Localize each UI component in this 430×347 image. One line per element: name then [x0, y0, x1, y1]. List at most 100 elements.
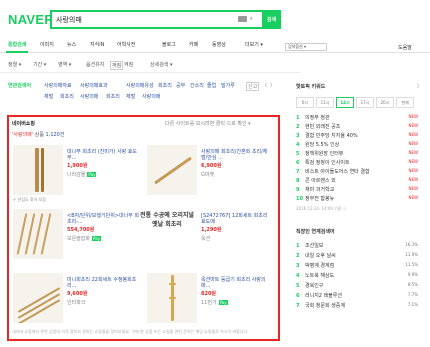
filter-area[interactable]: 영역 ▾ [58, 61, 71, 68]
shopping-title[interactable]: 네이버쇼핑 [12, 120, 35, 127]
checkbox-safe[interactable]: ✔ 안심도 찾아 모음 [13, 197, 46, 203]
filter-period[interactable]: 기간 ▾ [33, 61, 46, 68]
rank-item[interactable]: 3 결합 민주당 지지율 40% NEW [296, 132, 424, 139]
product-mall[interactable]: 옥션 [201, 235, 273, 242]
product-name[interactable]: 미니회초리 22회세트 수정봉회초리... [67, 277, 139, 289]
chevron-right-icon[interactable]: 〉 [270, 82, 275, 89]
related-keyword[interactable]: 회초리 [106, 93, 120, 100]
related-keyword[interactable]: 간소리 [190, 82, 204, 89]
search-input[interactable] [56, 14, 226, 25]
report-button[interactable]: 신고 [246, 82, 260, 91]
new-badge: NEW [408, 195, 418, 200]
related-keyword[interactable]: 사랑의매효과 [80, 82, 108, 89]
related-keyword[interactable]: 회초리 [60, 93, 74, 100]
rank-item[interactable]: 1 의정부 정관 NEW [296, 114, 424, 121]
tab-images[interactable]: 이미지 [40, 41, 54, 48]
tab-dictionary[interactable]: 어학사전 [117, 41, 135, 48]
rank-number: 3 [296, 133, 300, 139]
help-link[interactable]: 도움말 [398, 44, 412, 51]
search-button[interactable]: 검색 [262, 10, 281, 29]
rank-item[interactable]: 6 특검 정청이 인사이트 NEW [296, 159, 424, 166]
product-image[interactable] [13, 145, 63, 195]
product-image[interactable] [13, 273, 63, 323]
rank-number: 7 [296, 169, 300, 175]
related-keyword[interactable]: 사랑의매자료 [44, 82, 72, 89]
rank-item[interactable]: 5 정책위원장 인터뷰 NEW [296, 150, 424, 157]
new-badge: NEW [408, 159, 418, 164]
rank-percent: 7.1% [407, 302, 418, 307]
rank-percent: 16.3% [405, 242, 418, 247]
product-name[interactable]: 사랑의매 회초리/간혼회 초리/체벌/안심 ... [201, 149, 273, 161]
related-keyword[interactable]: 사랑의매 [142, 93, 160, 100]
tab-more[interactable]: 더보기 ▾ [245, 41, 263, 48]
chevron-right-icon[interactable]: 〉 [417, 83, 422, 90]
product-image[interactable] [147, 273, 197, 323]
related-keyword[interactable]: 체벌 [44, 93, 53, 100]
product-name[interactable]: 대나무 회초리 (진미가) 사랑 효도 부... [67, 149, 139, 161]
tab-cafe[interactable]: 카페 [189, 41, 198, 48]
product-mall[interactable]: 나라감몰 Pay [67, 171, 139, 178]
related-keyword[interactable]: 사랑의매 [80, 93, 98, 100]
tab-video[interactable]: 동영상 [212, 41, 226, 48]
naver-logo[interactable]: NAVER [8, 12, 54, 27]
product-info: [S2472767] 12회세트 회초리 효도매 1,290원 옥션 [201, 213, 273, 242]
related-keyword[interactable]: 밀가루 [221, 82, 235, 89]
rank-item[interactable]: 10 정부전 합봉뉴 NEW [296, 195, 424, 202]
time-tab[interactable]: 20시 [376, 97, 394, 108]
product-mall[interactable]: G마켓 [201, 171, 273, 178]
time-tab[interactable]: 11시 [316, 97, 334, 108]
product-name[interactable]: <B자/단위/보행기단위>대나무 회초리-... [67, 213, 139, 225]
product-info: 대나무 회초리 (진미가) 사랑 효도 부... 1,900원 나라감몰 Pay [67, 149, 139, 178]
mall-name: 모은솔잡화 [67, 236, 91, 242]
rank-item[interactable]: 9 재미 과거학교 NEW [296, 186, 424, 193]
shopping-other-sites-link[interactable]: 다른 사이트를 보시려면 클릭 으로 확인 ▾ [165, 120, 251, 127]
time-tab[interactable]: 17시 [356, 97, 374, 108]
time-tab[interactable]: 14시 [336, 97, 354, 108]
related-keyword[interactable]: 공부 [176, 82, 185, 89]
filter-sort[interactable]: 정렬 ▾ [8, 61, 21, 68]
chevron-left-icon[interactable]: 〈 [262, 82, 267, 89]
rank-item[interactable]: 4 노트북 해상도 9.9% [296, 272, 424, 279]
related-keyword[interactable]: 회초리 [158, 82, 172, 89]
filter-off[interactable]: 꺼짐 [110, 61, 124, 70]
product-mall[interactable]: 인터파크 [67, 299, 139, 306]
rank-item[interactable]: 2 현빈 외래진 공조 NEW [296, 123, 424, 130]
search-box[interactable]: ▾ [50, 10, 264, 29]
product-name[interactable]: 옥션마트 등굽기 회초리 사랑의매... [201, 277, 273, 289]
keyboard-icon[interactable] [238, 16, 247, 22]
product-mall[interactable]: 모은솔잡화 Pay [67, 235, 139, 242]
search-tabs: 통합검색 이미지 뉴스 지식iN 어학사전 블로그 카페 동영상 더보기 ▾ [0, 37, 430, 53]
tab-kin[interactable]: 지식iN [90, 41, 104, 48]
rank-item[interactable]: 4 원당 5.5% 인상 NEW [296, 141, 424, 148]
related-keyword[interactable]: 졸업 [207, 82, 216, 89]
pay-badge: Pay [218, 300, 228, 305]
rank-item[interactable]: 3 박병계 경계점 11.5% [296, 262, 424, 269]
filter-on[interactable]: 켜짐 [124, 61, 133, 68]
rank-item[interactable]: 1 조선일보 16.3% [296, 242, 424, 249]
related-keyword[interactable]: 사랑의매유성 [126, 82, 154, 89]
count-number[interactable]: 1,120건 [46, 132, 65, 138]
tab-integrated[interactable]: 통합검색 [5, 41, 29, 53]
product-image[interactable] [147, 145, 197, 195]
related-office-title: 직장인 연계검색어 [296, 229, 335, 235]
rank-item[interactable]: 7 국회 청문회 생중계 7.1% [296, 302, 424, 309]
time-tab[interactable]: 6시 [296, 97, 314, 108]
rank-item[interactable]: 7 비스트 아이돌도어스 연타 결합 NEW [296, 168, 424, 175]
tab-blog[interactable]: 블로그 [162, 41, 176, 48]
rank-item[interactable]: 8 콘 아르벤스 외 NEW [296, 177, 424, 184]
product-name[interactable]: [S2472767] 12회세트 회초리 효도매 [201, 213, 273, 225]
product-mall[interactable]: 11번가 Pay [201, 299, 273, 306]
product-ad-text[interactable]: 전통 수공예 오리지널 옛날 회초리 [139, 211, 195, 229]
tab-news[interactable]: 뉴스 [67, 41, 76, 48]
rank-item[interactable]: 2 내일 오후 날씨 11.9% [296, 252, 424, 259]
search-option-button[interactable]: 검색옵션 ▾ [285, 43, 327, 51]
time-tab[interactable]: 현재 [396, 97, 414, 108]
autocomplete-toggle-icon[interactable]: ▾ [250, 16, 253, 22]
filter-detail[interactable]: 상세검색 ▾ [150, 61, 173, 68]
product-image[interactable] [13, 209, 63, 259]
related-keyword[interactable]: 체벌 [126, 93, 135, 100]
rank-percent: 8.5% [407, 282, 418, 287]
rank-number: 2 [296, 253, 300, 259]
rank-item[interactable]: 5 경북인구 8.5% [296, 282, 424, 289]
rank-item[interactable]: 6 러니지2 레볼루션 7.7% [296, 292, 424, 299]
